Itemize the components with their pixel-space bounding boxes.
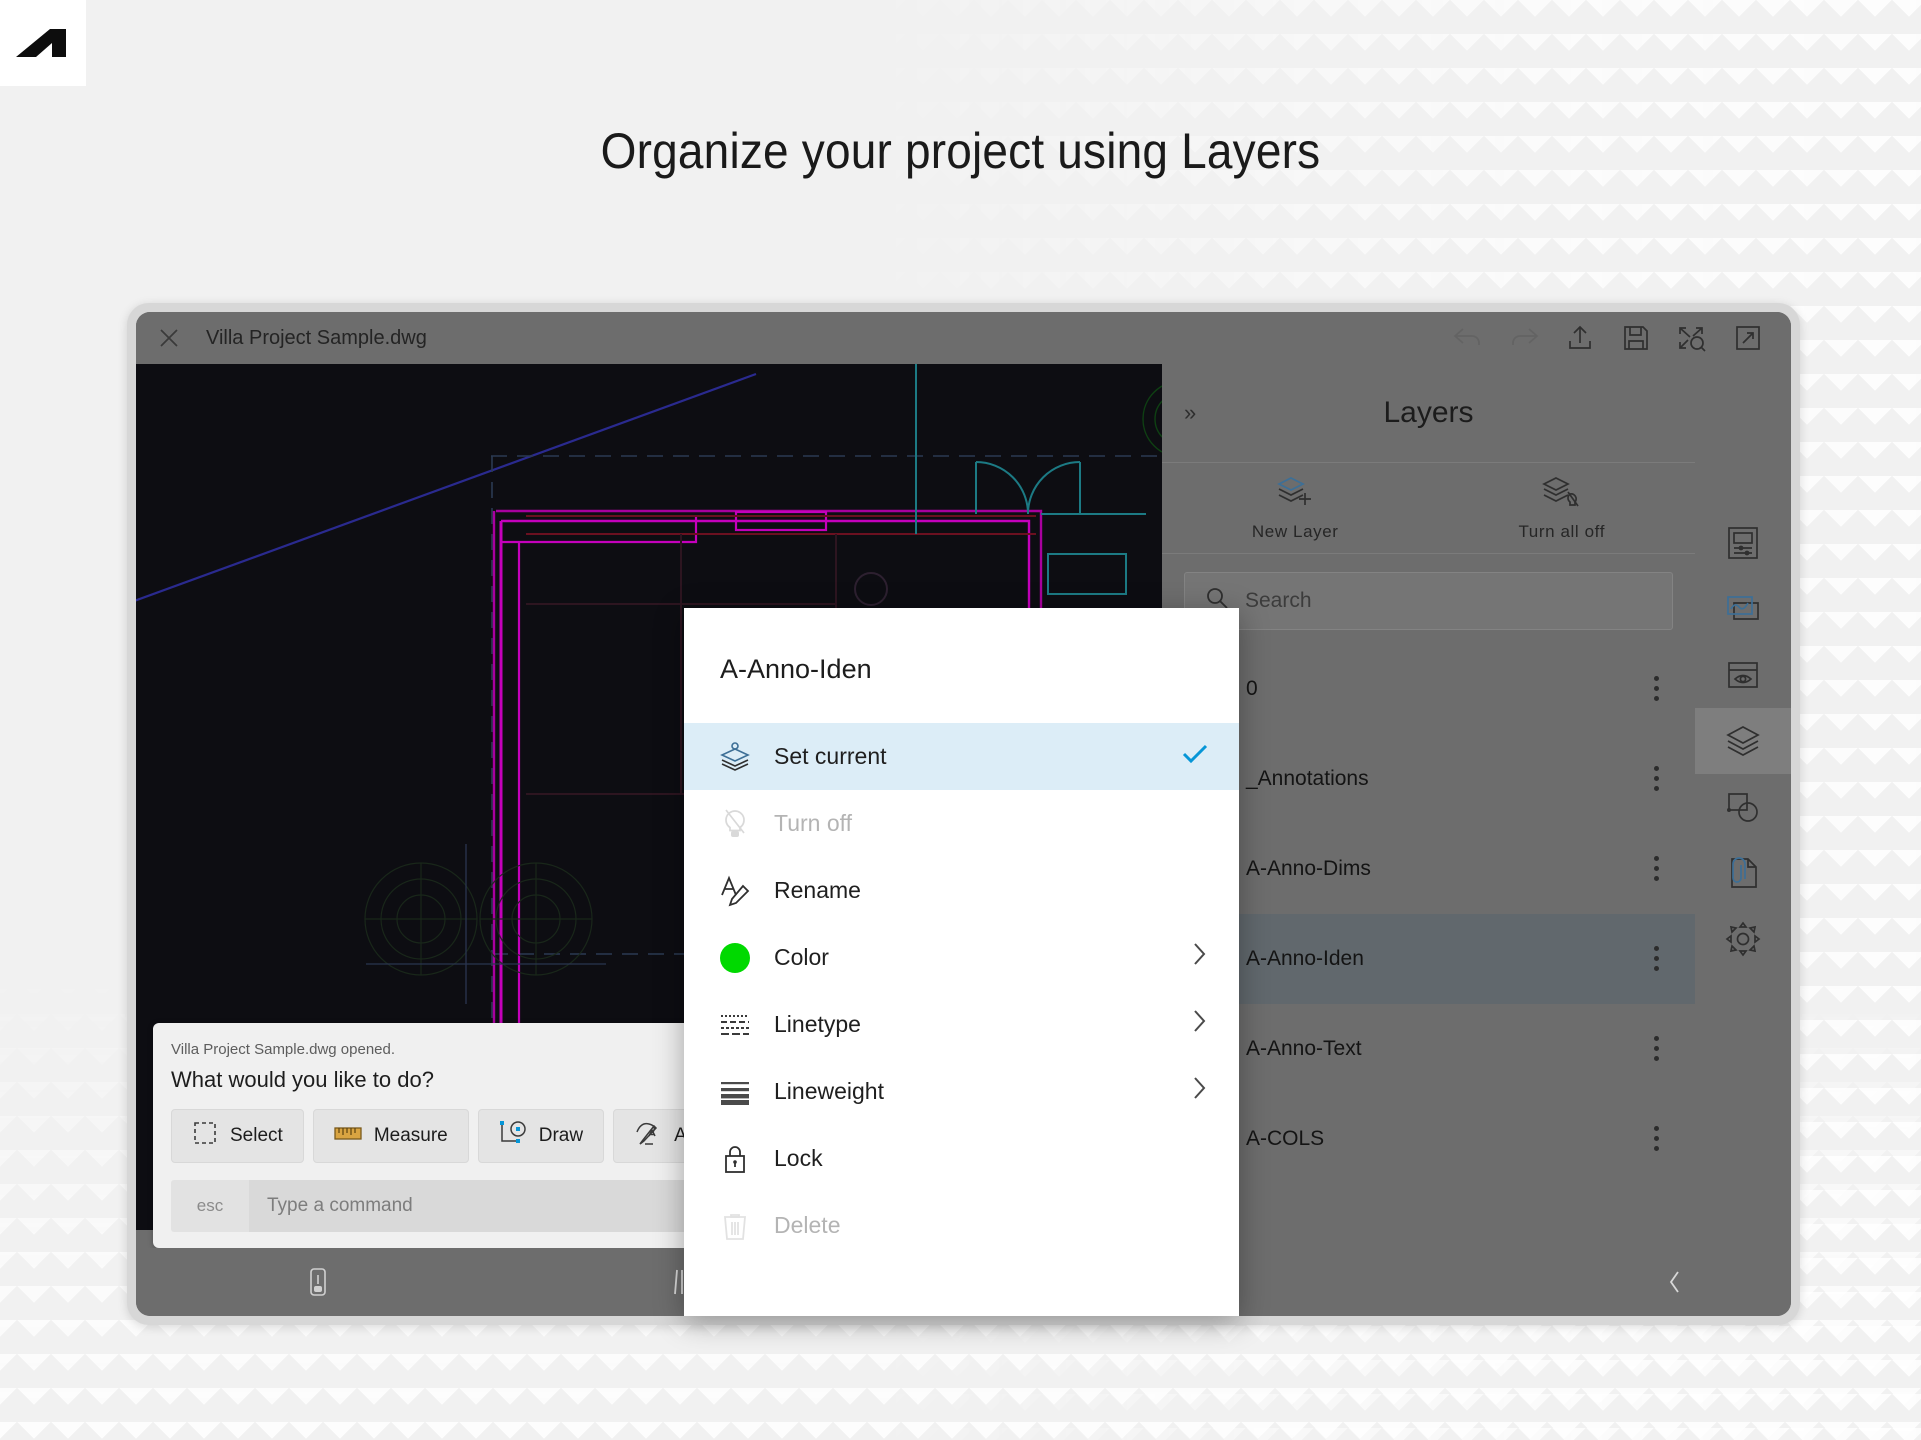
layer-color-dot <box>720 943 750 973</box>
right-toolbar <box>1695 364 1791 1230</box>
layer-name: A-COLS <box>1246 1127 1643 1151</box>
menu-item-label: Rename <box>774 877 1209 904</box>
new-layer-button[interactable]: New Layer <box>1162 463 1429 553</box>
recent-apps-icon[interactable] <box>136 1267 500 1297</box>
layer-overflow-menu-icon[interactable] <box>1643 676 1669 701</box>
views-icon[interactable] <box>1695 642 1791 708</box>
measure-icon <box>334 1122 362 1150</box>
layers-panel: » Layers New Layer <box>1162 364 1695 1230</box>
document-filename: Villa Project Sample.dwg <box>206 327 427 350</box>
table-row[interactable]: _Annotations <box>1162 734 1695 824</box>
menu-item-turn-off: Turn off <box>684 790 1239 857</box>
layer-name: _Annotations <box>1246 767 1643 791</box>
new-layer-icon <box>1275 474 1315 515</box>
layers-panel-header: » Layers <box>1162 364 1695 463</box>
delete-icon <box>718 1209 752 1243</box>
select-button[interactable]: Select <box>171 1109 304 1163</box>
draw-button[interactable]: Draw <box>478 1109 604 1163</box>
menu-item-lineweight[interactable]: Lineweight <box>684 1058 1239 1125</box>
search-placeholder: Search <box>1245 589 1312 613</box>
table-row[interactable] <box>1162 1184 1695 1230</box>
zoom-extents-icon[interactable] <box>1669 318 1715 358</box>
layer-overflow-menu-icon[interactable] <box>1643 946 1669 971</box>
promo-page: Organize your project using Layers Villa… <box>0 0 1921 1440</box>
close-icon[interactable] <box>154 323 184 353</box>
table-row[interactable]: A-COLS <box>1162 1094 1695 1184</box>
menu-item-rename[interactable]: Rename <box>684 857 1239 924</box>
layers-search-wrapper: Search <box>1162 554 1695 644</box>
redo-icon[interactable] <box>1501 318 1547 358</box>
color-swatch-icon <box>718 941 752 975</box>
draw-icon <box>499 1120 527 1152</box>
linetype-icon <box>718 1008 752 1042</box>
layer-context-menu: A-Anno-Iden Set current <box>684 608 1239 1316</box>
back-icon[interactable] <box>1559 1267 1791 1297</box>
select-label: Select <box>230 1125 283 1147</box>
layers-list[interactable]: 0 _Annotations <box>1162 644 1695 1230</box>
lock-icon <box>718 1142 752 1176</box>
select-icon <box>192 1120 218 1152</box>
layer-overflow-menu-icon[interactable] <box>1643 1126 1669 1151</box>
table-row[interactable]: A-Anno-Iden <box>1162 914 1695 1004</box>
lineweight-icon <box>718 1075 752 1109</box>
share-icon[interactable] <box>1557 318 1603 358</box>
layers-action-bar: New Layer Turn all off <box>1162 463 1695 554</box>
layer-overflow-menu-icon[interactable] <box>1643 766 1669 791</box>
layers-panel-title: Layers <box>1162 396 1695 430</box>
chevron-right-icon <box>1191 1075 1209 1108</box>
search-input[interactable]: Search <box>1184 572 1673 630</box>
layer-name: 0 <box>1246 677 1643 701</box>
table-row[interactable]: A-Anno-Dims <box>1162 824 1695 914</box>
menu-item-set-current[interactable]: Set current <box>684 723 1239 790</box>
measure-label: Measure <box>374 1125 448 1147</box>
menu-item-label: Set current <box>774 743 1159 770</box>
app-toolbar: Villa Project Sample.dwg <box>136 312 1791 364</box>
chevron-right-icon <box>1191 941 1209 974</box>
draw-label: Draw <box>539 1125 583 1147</box>
menu-item-label: Delete <box>774 1212 1209 1239</box>
menu-item-delete: Delete <box>684 1192 1239 1259</box>
layer-name: A-Anno-Text <box>1246 1037 1643 1061</box>
menu-item-label: Linetype <box>774 1011 1169 1038</box>
settings-icon[interactable] <box>1695 906 1791 972</box>
modal-title: A-Anno-Iden <box>684 608 1239 723</box>
set-current-icon <box>718 740 752 774</box>
measure-button[interactable]: Measure <box>313 1109 469 1163</box>
layer-name: A-Anno-Dims <box>1246 857 1643 881</box>
new-layer-label: New Layer <box>1252 522 1339 542</box>
layer-name: A-Anno-Iden <box>1246 947 1643 971</box>
images-icon[interactable] <box>1695 576 1791 642</box>
turn-all-off-label: Turn all off <box>1518 522 1605 542</box>
menu-item-color[interactable]: Color <box>684 924 1239 991</box>
menu-item-linetype[interactable]: Linetype <box>684 991 1239 1058</box>
esc-key[interactable]: esc <box>171 1180 249 1232</box>
menu-item-label: Turn off <box>774 810 1209 837</box>
bulb-off-icon <box>718 807 752 841</box>
collapse-panel-icon[interactable]: » <box>1184 400 1196 426</box>
menu-item-label: Lock <box>774 1145 1209 1172</box>
properties-icon[interactable] <box>1695 510 1791 576</box>
check-icon <box>1181 741 1209 772</box>
layer-overflow-menu-icon[interactable] <box>1643 856 1669 881</box>
turn-all-off-button[interactable]: Turn all off <box>1429 463 1696 553</box>
blocks-icon[interactable] <box>1695 774 1791 840</box>
turn-all-off-icon <box>1542 474 1582 515</box>
menu-item-label: Color <box>774 944 1169 971</box>
attachments-icon[interactable] <box>1695 840 1791 906</box>
save-icon[interactable] <box>1613 318 1659 358</box>
chevron-right-icon <box>1191 1008 1209 1041</box>
rename-icon <box>718 874 752 908</box>
undo-icon[interactable] <box>1445 318 1491 358</box>
page-title: Organize your project using Layers <box>77 122 1844 180</box>
layers-icon[interactable] <box>1695 708 1791 774</box>
annotate-icon <box>634 1120 662 1152</box>
menu-item-label: Lineweight <box>774 1078 1169 1105</box>
menu-item-lock[interactable]: Lock <box>684 1125 1239 1192</box>
layer-overflow-menu-icon[interactable] <box>1643 1036 1669 1061</box>
fullscreen-icon[interactable] <box>1725 318 1771 358</box>
autodesk-logo <box>0 0 86 86</box>
table-row[interactable]: 0 <box>1162 644 1695 734</box>
table-row[interactable]: A-Anno-Text <box>1162 1004 1695 1094</box>
